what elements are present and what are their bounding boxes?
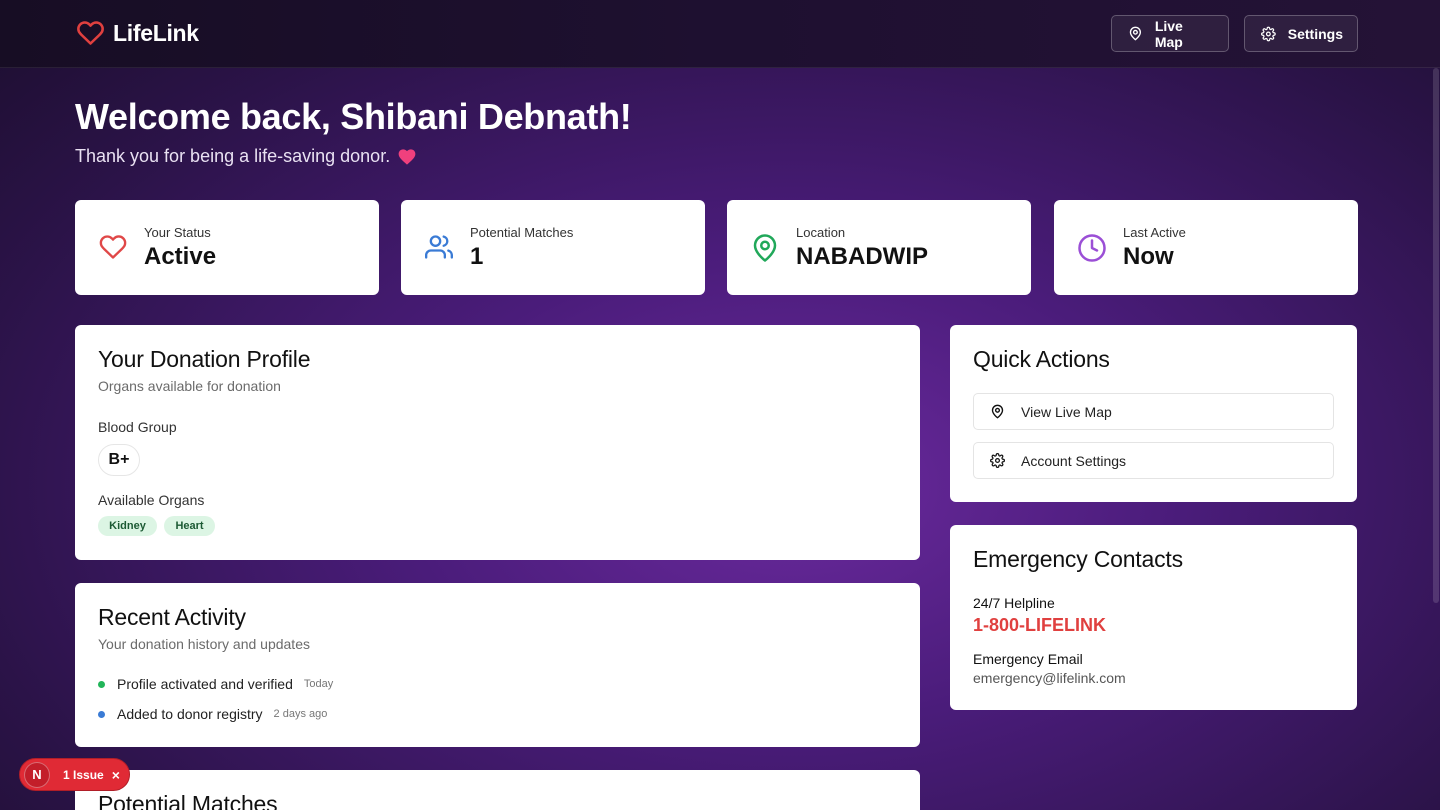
card-subtitle: Organs available for donation [98, 378, 281, 394]
stat-value: Active [144, 243, 217, 270]
map-pin-icon [753, 234, 777, 262]
settings-button[interactable]: Settings [1244, 15, 1358, 52]
stat-label: Last Active [1123, 225, 1186, 240]
recent-activity-card: Recent Activity Your donation history an… [75, 583, 920, 747]
card-title: Potential Matches [98, 791, 278, 810]
welcome-subtitle: Thank you for being a life-saving donor. [75, 146, 416, 167]
gear-icon [1261, 26, 1276, 41]
account-settings-label: Account Settings [1021, 452, 1127, 469]
live-map-label: Live Map [1154, 17, 1183, 50]
organ-tag: Heart [164, 516, 215, 536]
status-dot [98, 680, 105, 688]
card-title: Your Donation Profile [98, 346, 311, 372]
blood-group-label: Blood Group [98, 419, 177, 435]
view-live-map-button[interactable]: View Live Map [973, 393, 1334, 430]
stat-card-status: Your Status Active [75, 200, 379, 295]
potential-matches-card: Potential Matches [75, 770, 920, 810]
top-navbar: LifeLink Live Map Settings [0, 0, 1440, 68]
close-icon[interactable]: × [112, 767, 120, 783]
stat-card-matches: Potential Matches 1 [401, 200, 705, 295]
activity-time: 2 days ago [273, 708, 328, 720]
map-pin-icon [1129, 26, 1142, 41]
next-logo-icon: N [24, 761, 50, 788]
emergency-contacts-card: Emergency Contacts 24/7 Helpline 1-800-L… [950, 525, 1357, 710]
activity-text: Profile activated and verified [117, 676, 293, 692]
activity-item: Added to donor registry 2 days ago [98, 706, 327, 722]
view-live-map-label: View Live Map [1021, 403, 1112, 420]
heart-icon [99, 235, 127, 259]
issue-badge[interactable]: N 1 Issue × [19, 758, 130, 791]
account-settings-button[interactable]: Account Settings [973, 442, 1334, 479]
activity-time: Today [303, 678, 334, 690]
blood-group-badge: B+ [98, 444, 140, 476]
emergency-email[interactable]: emergency@lifelink.com [973, 670, 1126, 686]
stat-value: NABADWIP [796, 243, 928, 270]
live-map-button[interactable]: Live Map [1111, 15, 1229, 52]
organ-tag: Kidney [98, 516, 157, 536]
available-organs-label: Available Organs [98, 492, 205, 508]
stat-card-location: Location NABADWIP [727, 200, 1031, 295]
scrollbar-thumb[interactable] [1433, 68, 1439, 603]
card-subtitle: Your donation history and updates [98, 636, 310, 652]
brand-name: LifeLink [113, 19, 199, 46]
activity-text: Added to donor registry [117, 706, 263, 722]
brand-logo[interactable]: LifeLink [76, 19, 199, 47]
stat-value: 1 [470, 243, 484, 270]
activity-item: Profile activated and verified Today [98, 676, 333, 692]
heart-logo-icon [77, 21, 104, 45]
card-title: Quick Actions [973, 346, 1110, 372]
stat-card-last-active: Last Active Now [1054, 200, 1358, 295]
helpline-number[interactable]: 1-800-LIFELINK [973, 615, 1106, 636]
helpline-label: 24/7 Helpline [973, 595, 1055, 611]
page-title: Welcome back, Shibani Debnath! [75, 96, 632, 137]
issue-count: 1 Issue [63, 767, 104, 782]
card-title: Emergency Contacts [973, 546, 1183, 572]
settings-label: Settings [1287, 25, 1343, 42]
status-dot [98, 710, 105, 718]
donation-profile-card: Your Donation Profile Organs available f… [75, 325, 920, 560]
map-pin-icon [991, 404, 1004, 419]
stat-label: Potential Matches [470, 225, 574, 240]
emergency-email-label: Emergency Email [973, 651, 1083, 667]
users-icon [425, 235, 454, 259]
stat-value: Now [1123, 243, 1174, 270]
welcome-subtitle-text: Thank you for being a life-saving donor. [75, 146, 391, 166]
quick-actions-card: Quick Actions View Live Map Account Sett… [950, 325, 1357, 502]
clock-icon [1078, 234, 1106, 262]
gear-icon [990, 453, 1005, 468]
pink-heart-icon [398, 148, 416, 165]
page-scrollbar[interactable] [1432, 68, 1440, 810]
stat-label: Location [796, 225, 846, 240]
stat-label: Your Status [144, 225, 211, 240]
card-title: Recent Activity [98, 604, 246, 630]
